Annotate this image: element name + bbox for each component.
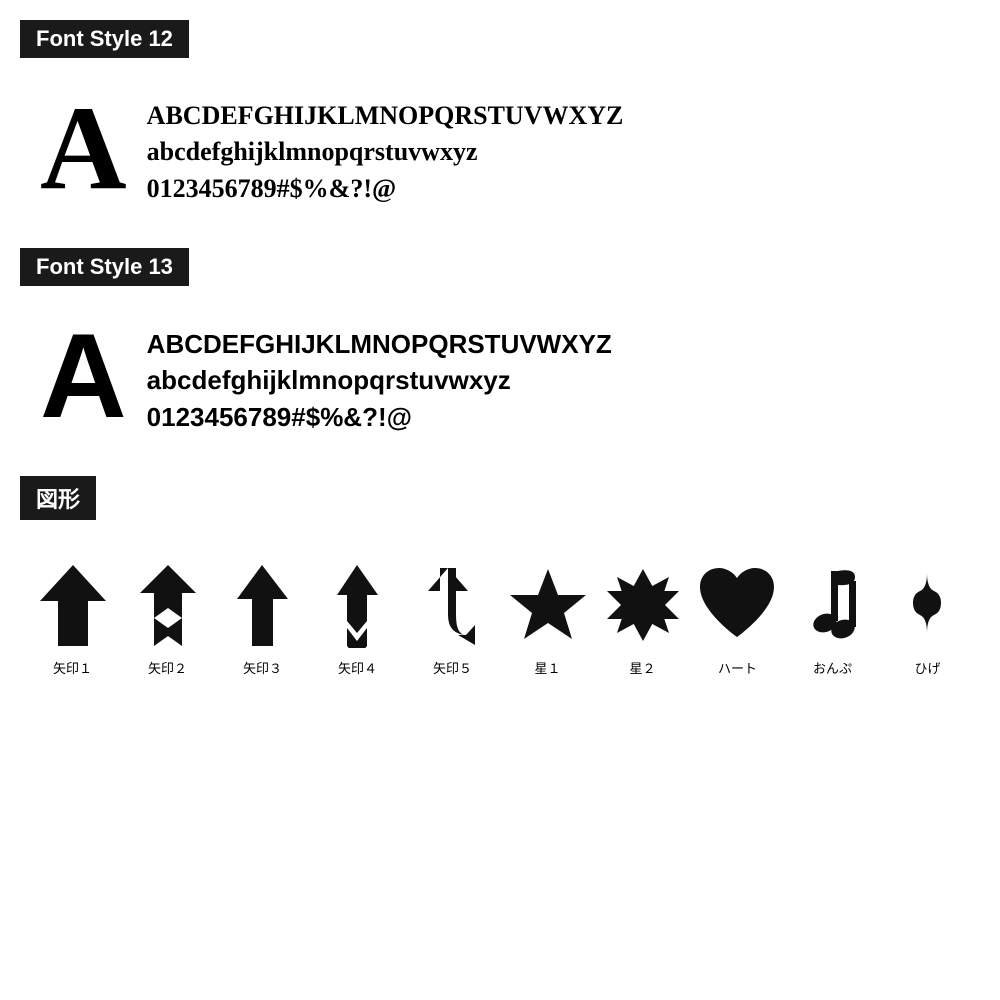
font-style-13-header: Font Style 13 <box>20 248 189 286</box>
arrow2-icon <box>138 560 198 650</box>
font-style-12-line1: ABCDEFGHIJKLMNOPQRSTUVWXYZ <box>147 98 624 134</box>
music-icon <box>803 560 863 650</box>
shape-item-arrow2: 矢印２ <box>125 560 210 677</box>
shape-label-arrow3: 矢印３ <box>243 658 282 677</box>
shape-item-arrow1: 矢印１ <box>30 560 115 677</box>
mustache-icon <box>905 560 950 650</box>
arrow1-icon <box>38 560 108 650</box>
shape-label-star2: 星２ <box>629 658 655 677</box>
shape-item-star2: 星２ <box>600 560 685 677</box>
arrow4-icon <box>335 560 380 650</box>
shape-item-star1: 星１ <box>505 560 590 677</box>
shape-label-music: おんぷ <box>813 658 852 677</box>
font-style-12-header: Font Style 12 <box>20 20 189 58</box>
shape-item-arrow3: 矢印３ <box>220 560 305 677</box>
font-style-12-big-letter: A <box>40 88 127 208</box>
shape-item-arrow4: 矢印４ <box>315 560 400 677</box>
shape-label-star1: 星１ <box>534 658 560 677</box>
arrow5-icon <box>420 560 485 650</box>
font-style-12-chars: ABCDEFGHIJKLMNOPQRSTUVWXYZ abcdefghijklm… <box>147 88 624 207</box>
heart-icon <box>695 560 780 650</box>
font-style-13-line2: abcdefghijklmnopqrstuvwxyz <box>147 362 612 398</box>
star2-icon <box>603 560 683 650</box>
star1-icon <box>508 560 588 650</box>
shape-item-arrow5: 矢印５ <box>410 560 495 677</box>
shape-item-mustache: ひげ <box>885 560 970 677</box>
shape-label-arrow2: 矢印２ <box>148 658 187 677</box>
shapes-header: 図形 <box>20 476 96 520</box>
shape-label-heart: ハート <box>718 658 757 677</box>
font-style-12-section: Font Style 12 A ABCDEFGHIJKLMNOPQRSTUVWX… <box>20 20 980 218</box>
font-style-13-chars: ABCDEFGHIJKLMNOPQRSTUVWXYZ abcdefghijklm… <box>147 316 612 435</box>
shapes-grid: 矢印１ 矢印２ 矢印３ <box>20 540 980 677</box>
shape-label-mustache: ひげ <box>914 658 940 677</box>
font-style-13-section: Font Style 13 A ABCDEFGHIJKLMNOPQRSTUVWX… <box>20 248 980 446</box>
shapes-section: 図形 矢印１ 矢印２ <box>20 476 980 677</box>
font-style-13-display: A ABCDEFGHIJKLMNOPQRSTUVWXYZ abcdefghijk… <box>20 306 980 446</box>
font-style-13-line1: ABCDEFGHIJKLMNOPQRSTUVWXYZ <box>147 326 612 362</box>
shape-label-arrow1: 矢印１ <box>53 658 92 677</box>
font-style-12-display: A ABCDEFGHIJKLMNOPQRSTUVWXYZ abcdefghijk… <box>20 78 980 218</box>
shape-label-arrow4: 矢印４ <box>338 658 377 677</box>
font-style-12-line2: abcdefghijklmnopqrstuvwxyz <box>147 134 624 170</box>
shape-label-arrow5: 矢印５ <box>433 658 472 677</box>
font-style-13-line3: 0123456789#$%&?!@ <box>147 399 612 435</box>
arrow3-icon <box>235 560 290 650</box>
font-style-13-big-letter: A <box>40 316 127 436</box>
shape-item-heart: ハート <box>695 560 780 677</box>
shape-item-music: おんぷ <box>790 560 875 677</box>
font-style-12-line3: 0123456789#$%&?!@ <box>147 171 624 207</box>
